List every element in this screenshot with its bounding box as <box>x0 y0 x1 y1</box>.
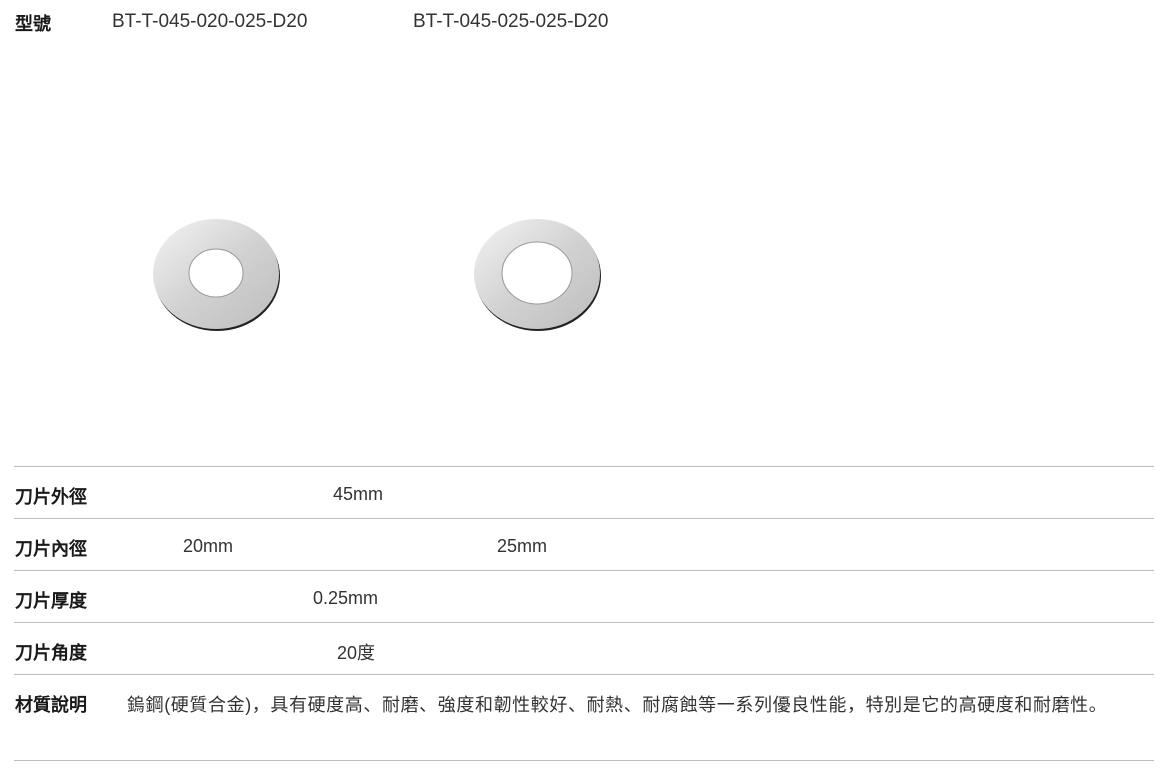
row-divider <box>14 518 1154 519</box>
inner-diameter-value-2: 25mm <box>497 536 548 556</box>
blade-image-20mm <box>151 214 283 334</box>
inner-diameter-label: 刀片內徑 <box>15 539 87 559</box>
row-divider <box>14 622 1154 623</box>
row-divider <box>14 760 1154 761</box>
angle-value: 20度 <box>337 643 376 663</box>
material-label: 材質說明 <box>15 695 87 715</box>
row-divider <box>14 466 1154 467</box>
model-number-2: BT-T-045-025-025-D20 <box>413 11 609 32</box>
row-divider <box>14 570 1154 571</box>
model-number-1: BT-T-045-020-025-D20 <box>112 11 308 32</box>
outer-diameter-value: 45mm <box>333 484 384 504</box>
thickness-label: 刀片厚度 <box>15 591 87 611</box>
outer-diameter-label: 刀片外徑 <box>15 487 87 507</box>
row-divider <box>14 674 1154 675</box>
angle-label: 刀片角度 <box>15 643 87 663</box>
material-description: 鎢鋼(硬質合金)，具有硬度高、耐磨、強度和韌性較好、耐熱、耐腐蝕等一系列優良性能… <box>127 695 1108 715</box>
thickness-value: 0.25mm <box>313 588 379 608</box>
washer-blade-icon <box>474 219 601 331</box>
blade-image-25mm <box>472 214 604 334</box>
model-label: 型號 <box>15 14 51 34</box>
inner-diameter-value-1: 20mm <box>183 536 234 556</box>
washer-blade-icon <box>153 219 280 331</box>
